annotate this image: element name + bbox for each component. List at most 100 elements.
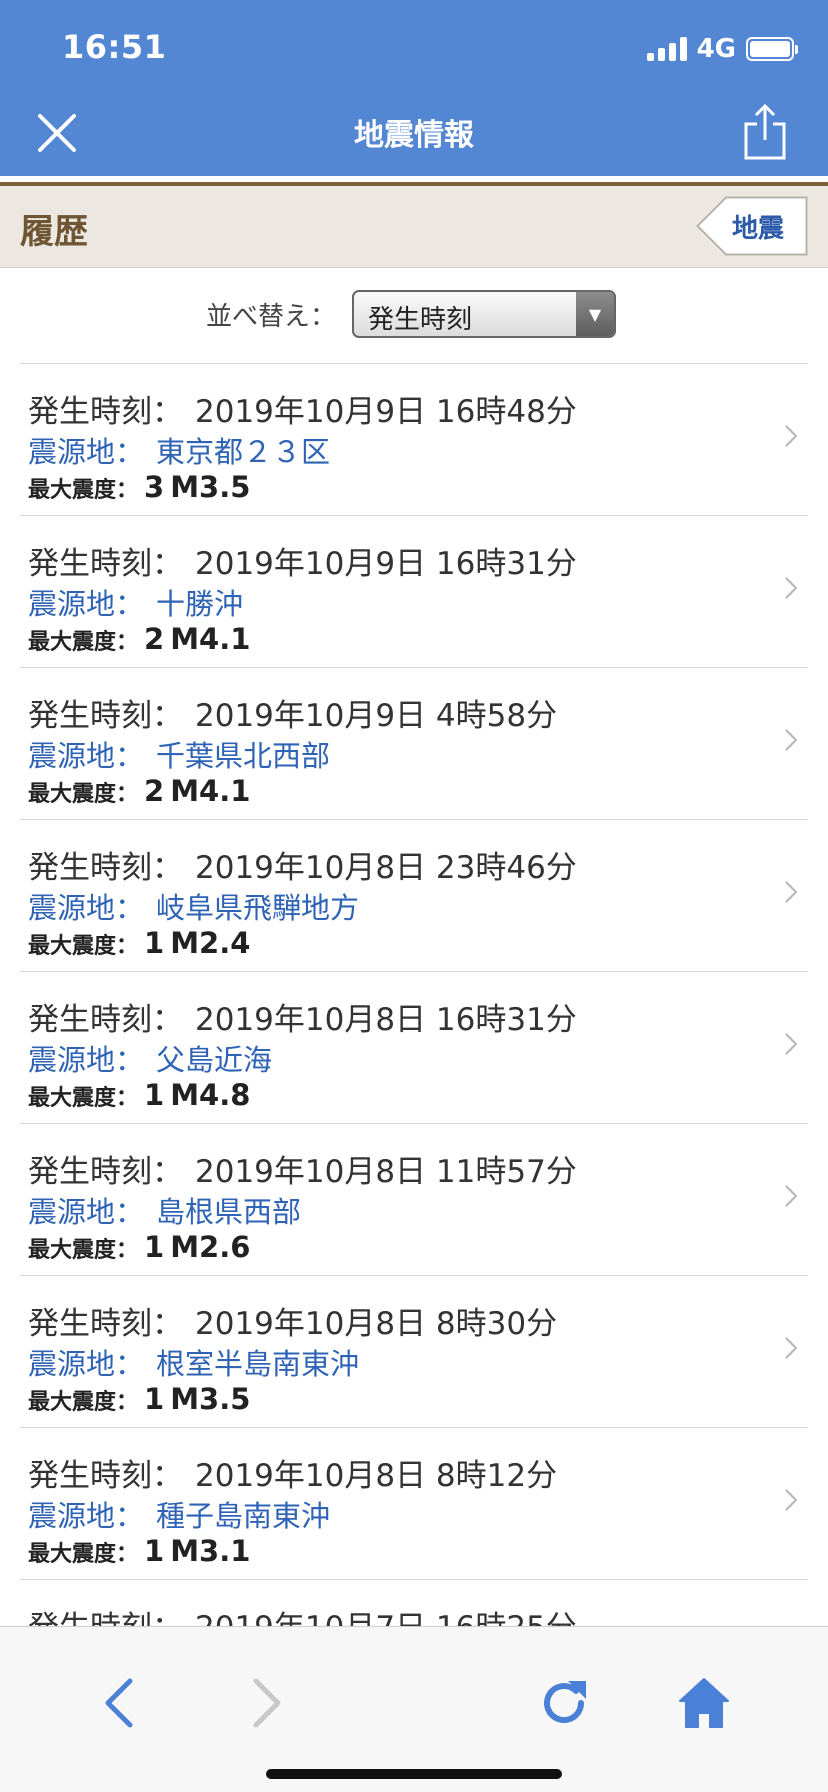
intensity-value: 1 [144, 1382, 165, 1416]
epicenter: 震源地： 十勝沖 [28, 581, 243, 623]
chevron-right-icon [785, 1185, 798, 1207]
max-intensity: 最大震度： 1 M2.4 [28, 926, 250, 960]
epicenter: 震源地： 東京都２３区 [28, 429, 330, 471]
reload-button[interactable] [534, 1673, 594, 1733]
magnitude-value: M4.1 [170, 622, 251, 656]
time-label: 発生時刻： [28, 1154, 183, 1190]
time-label: 発生時刻： [28, 1610, 183, 1626]
forward-button[interactable] [236, 1673, 296, 1733]
epicenter-label: 震源地： [28, 587, 145, 621]
chevron-right-icon [785, 1033, 798, 1055]
earthquake-list-item[interactable]: 発生時刻： 2019年10月9日 16時31分震源地： 十勝沖 最大震度： 2 M4.1 [20, 516, 808, 668]
earthquake-list-item[interactable]: 発生時刻： 2019年10月8日 23時46分 震源地： 岐阜県飛騨地方 最大震度： 1 M… [20, 820, 808, 972]
epicenter-value: 父島近海 [156, 1043, 273, 1077]
intensity-value: 3 [144, 470, 165, 504]
magnitude-value: M2.6 [170, 1230, 251, 1264]
epicenter-value: 東京都２３区 [156, 435, 331, 469]
time-label: 発生時刻： [28, 1306, 183, 1342]
epicenter-value: 根室半島南東沖 [156, 1347, 360, 1381]
time-label: 発生時刻： [28, 394, 183, 430]
chevron-right-icon [785, 577, 798, 599]
intensity-value: 1 [144, 1230, 165, 1264]
intensity-label: 最大震度： [28, 1390, 139, 1415]
epicenter: 震源地： 岐阜県飛騨地方 [28, 885, 359, 927]
time-value: 2019年10月9日 16時31分 [195, 546, 577, 582]
earthquake-list-item[interactable]: 発生時刻： 2019年10月9日 4時58分 震源地： 千葉県北西部 最大震度： 2 M4.… [20, 668, 808, 820]
intensity-label: 最大震度： [28, 630, 139, 655]
magnitude-value: M3.5 [170, 470, 251, 504]
sort-select[interactable]: 発生時刻 ▼ [352, 290, 616, 338]
occurrence-time: 発生時刻： 2019年10月9日 16時48分 [28, 386, 577, 431]
epicenter-label: 震源地： [28, 435, 145, 469]
magnitude-value: M2.4 [170, 926, 251, 960]
intensity-label: 最大震度： [28, 478, 139, 503]
time-value: 2019年10月8日 8時12分 [195, 1458, 558, 1494]
max-intensity: 最大震度： 2 M4.1 [28, 622, 250, 656]
time-label: 発生時刻： [28, 546, 183, 582]
earthquake-list-item[interactable]: 発生時刻： 2019年10月8日 8時30分震源地： 根室半島南東沖 最大震度： 1 M3… [20, 1276, 808, 1428]
intensity-label: 最大震度： [28, 934, 139, 959]
epicenter-label: 震源地： [28, 1347, 145, 1381]
max-intensity: 最大震度： 1 M4.8 [28, 1078, 250, 1112]
time-value: 2019年10月9日 4時58分 [195, 698, 558, 734]
occurrence-time: 発生時刻： 2019年10月8日 16時31分 [28, 994, 577, 1039]
magnitude-value: M4.8 [170, 1078, 251, 1112]
home-indicator [266, 1769, 562, 1779]
earthquake-list-item[interactable]: 発生時刻： 2019年10月9日 16時48分震源地： 東京都２３区 最大震度： 3 M3… [20, 364, 808, 516]
status-bar: 16:51 4G [0, 0, 828, 100]
earthquake-list-item[interactable]: 発生時刻：2019年10月7日 16時25分震源地：最大震度： [20, 1580, 808, 1626]
earthquake-list-item[interactable]: 発生時刻： 2019年10月8日 16時31分震源地： 父島近海 最大震度： 1 M4.8 [20, 972, 808, 1124]
back-to-earthquake-button[interactable]: 地震 [696, 196, 808, 256]
sort-label: 並べ替え： [206, 302, 337, 332]
intensity-label: 最大震度： [28, 1086, 139, 1111]
magnitude-value: M3.5 [170, 1382, 251, 1416]
magnitude-value: M4.1 [170, 774, 251, 808]
share-button[interactable] [738, 102, 792, 162]
epicenter: 震源地： 島根県西部 [28, 1189, 301, 1231]
epicenter-value: 島根県西部 [156, 1195, 302, 1229]
chevron-right-icon [785, 881, 798, 903]
max-intensity: 最大震度： 1 M3.1 [28, 1534, 250, 1568]
home-button[interactable] [674, 1673, 734, 1733]
chevron-right-icon [785, 1489, 798, 1511]
home-icon [679, 1678, 729, 1728]
time-value: 2019年10月8日 16時31分 [195, 1002, 577, 1038]
epicenter-value: 岐阜県飛騨地方 [156, 891, 360, 925]
occurrence-time: 発生時刻： 2019年10月8日 8時12分 [28, 1450, 557, 1495]
time-value: 2019年10月9日 16時48分 [195, 394, 577, 430]
occurrence-time: 発生時刻： 2019年10月7日 16時25分 [28, 1602, 577, 1626]
intensity-value: 1 [144, 926, 165, 960]
epicenter: 震源地： 千葉県北西部 [28, 733, 330, 775]
earthquake-list-item[interactable]: 発生時刻： 2019年10月8日 8時12分 震源地： 種子島南東沖 最大震度： 1 M3.… [20, 1428, 808, 1580]
app-header: 16:51 4G 地震情報 [0, 0, 828, 176]
chevron-right-icon [253, 1678, 281, 1728]
back-button[interactable] [92, 1673, 152, 1733]
intensity-value: 2 [144, 622, 165, 656]
intensity-value: 1 [144, 1078, 165, 1112]
epicenter-label: 震源地： [28, 1499, 145, 1533]
intensity-label: 最大震度： [28, 1238, 139, 1263]
page-title: 地震情報 [354, 118, 474, 153]
occurrence-time: 発生時刻： 2019年10月8日 8時30分 [28, 1298, 557, 1343]
reload-icon [544, 1681, 586, 1724]
epicenter-label: 震源地： [28, 1043, 145, 1077]
epicenter-value: 千葉県北西部 [156, 739, 331, 773]
back-tag-label: 地震 [732, 214, 785, 244]
battery-icon [746, 37, 798, 61]
intensity-value: 1 [144, 1534, 165, 1568]
app-root: 16:51 4G 地震情報 履歴 地震 並べ替え： 発生時刻 ▼ 発生時刻： 2… [0, 0, 828, 1792]
earthquake-list: 発生時刻： 2019年10月9日 16時48分 震源地： 東京都２３区 最大震度： 3 M3… [20, 364, 808, 1626]
sort-selected-value: 発生時刻 [368, 305, 473, 335]
max-intensity: 最大震度： 3 M3.5 [28, 470, 250, 504]
epicenter-label: 震源地： [28, 1195, 145, 1229]
time-label: 発生時刻： [28, 1002, 183, 1038]
dropdown-arrow-icon: ▼ [576, 292, 614, 336]
epicenter-label: 震源地： [28, 891, 145, 925]
bottom-toolbar [0, 1626, 828, 1792]
epicenter-value: 十勝沖 [156, 587, 244, 621]
time-value: 2019年10月7日 16時25分 [195, 1610, 577, 1626]
earthquake-list-item[interactable]: 発生時刻： 2019年10月8日 11時57分震源地： 島根県西部 最大震度： 1 M2.… [20, 1124, 808, 1276]
occurrence-time: 発生時刻： 2019年10月8日 11時57分 [28, 1146, 577, 1191]
sort-row: 並べ替え： 発生時刻 ▼ [0, 268, 828, 364]
magnitude-value: M3.1 [170, 1534, 251, 1568]
